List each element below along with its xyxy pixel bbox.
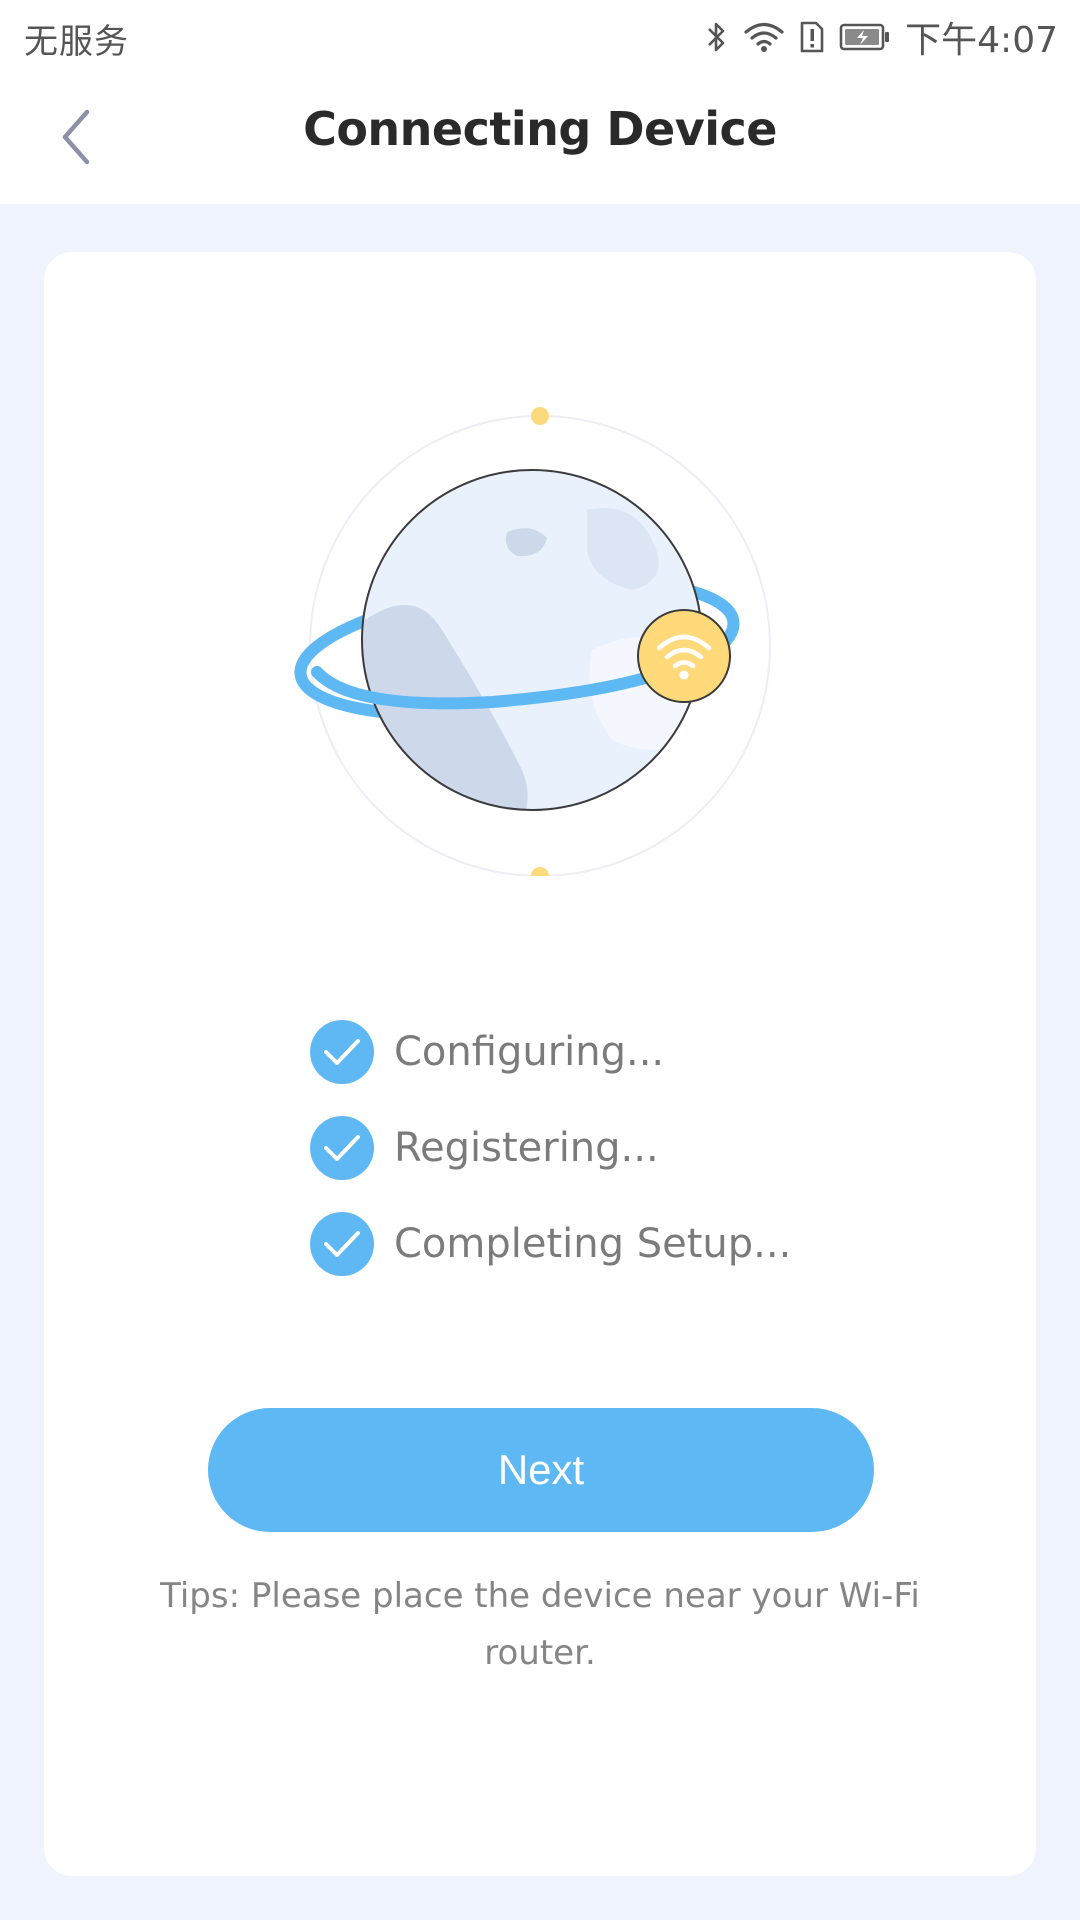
step-label: Completing Setup... xyxy=(394,1221,792,1267)
check-icon xyxy=(310,1212,374,1276)
step-configuring: Configuring... xyxy=(310,1020,910,1084)
bluetooth-icon xyxy=(705,19,729,55)
check-icon xyxy=(310,1020,374,1084)
carrier-label: 无服务 xyxy=(24,22,129,62)
step-label: Registering... xyxy=(394,1125,659,1171)
page-title: Connecting Device xyxy=(303,102,777,156)
wifi-icon xyxy=(743,20,785,54)
content-card: Configuring... Registering... Completing… xyxy=(44,252,1036,1876)
check-icon xyxy=(310,1116,374,1180)
orbit-dot-bottom xyxy=(531,867,549,885)
step-label: Configuring... xyxy=(394,1029,665,1075)
tips-text: Tips: Please place the device near your … xyxy=(160,1576,920,1673)
step-registering: Registering... xyxy=(310,1116,910,1180)
next-button[interactable]: Next xyxy=(208,1408,874,1532)
status-icons: 下午4:07 xyxy=(705,12,1058,62)
wifi-icon xyxy=(637,609,731,703)
battery-charging-icon xyxy=(839,22,891,52)
clock: 下午4:07 xyxy=(905,20,1058,61)
globe-icon xyxy=(294,407,771,885)
status-bar: 无服务 下午4:07 xyxy=(0,0,1080,76)
alert-icon xyxy=(799,20,825,54)
progress-steps: Configuring... Registering... Completing… xyxy=(310,1020,910,1308)
navigation-bar: Connecting Device xyxy=(0,76,1080,204)
orbit-dot-top xyxy=(531,407,549,425)
step-completing-setup: Completing Setup... xyxy=(310,1212,910,1276)
connection-illustration xyxy=(292,380,788,885)
